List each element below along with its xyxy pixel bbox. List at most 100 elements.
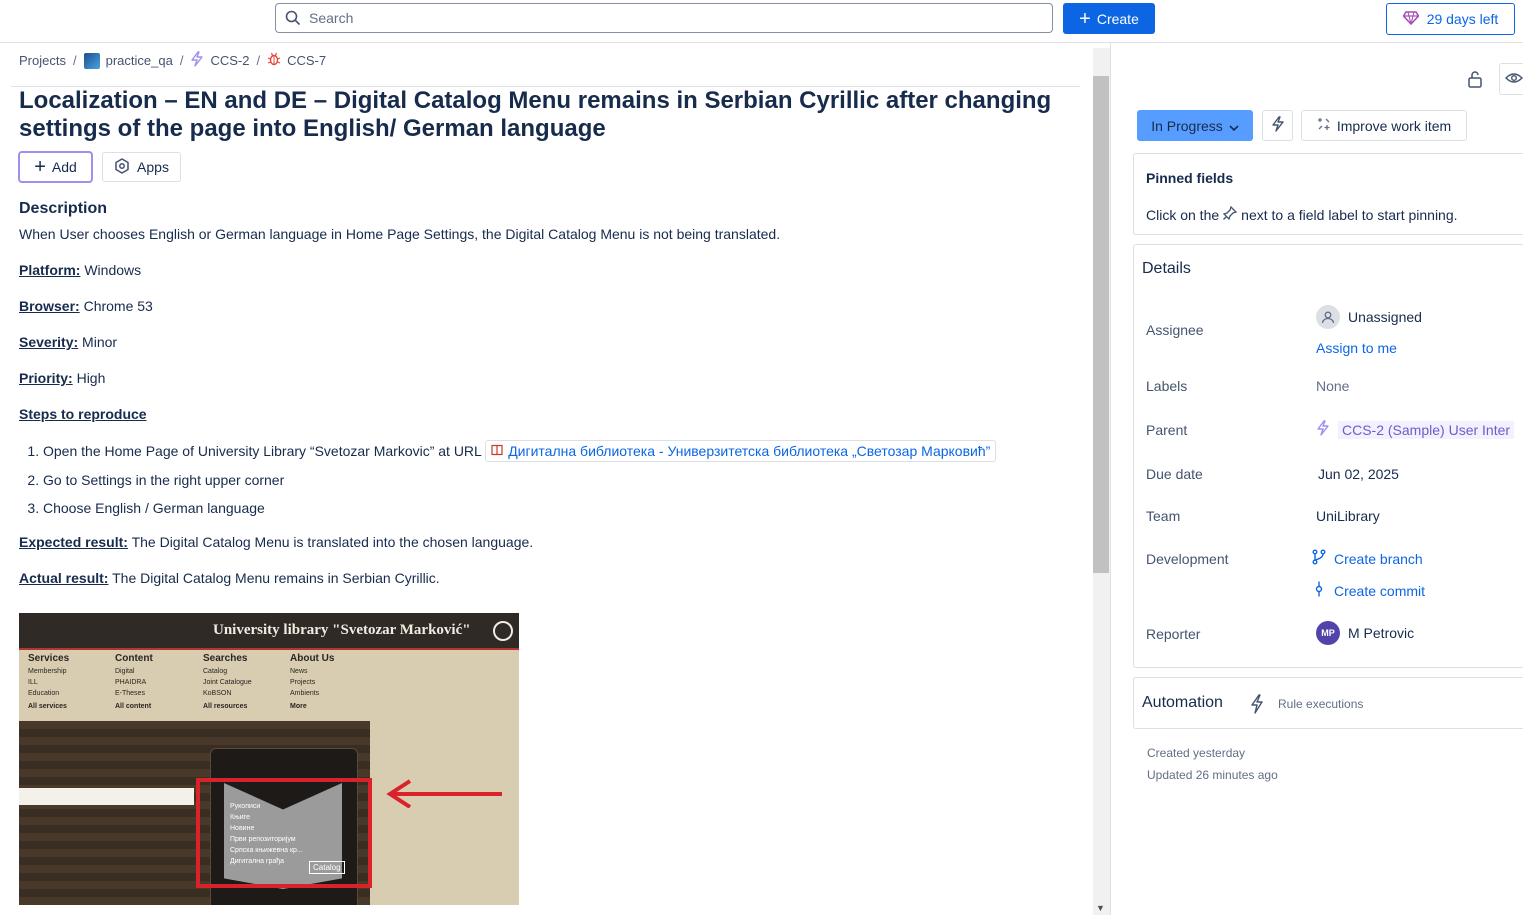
search-icon: [285, 10, 301, 26]
due-date-value[interactable]: Jun 02, 2025: [1318, 466, 1399, 482]
menu-item: Digital: [115, 668, 135, 675]
steps-heading: Steps to reproduce: [19, 404, 147, 424]
search-input[interactable]: [307, 9, 1011, 27]
team-label: Team: [1146, 508, 1181, 524]
breadcrumb-separator: /: [179, 53, 184, 68]
pinned-hint-before: Click on the: [1146, 206, 1220, 223]
list-item: Choose English / German language: [43, 498, 1103, 518]
top-navigation-bar: + Create 29 days left: [0, 0, 1523, 43]
parent-value: CCS-2 (Sample) User Inter: [1338, 420, 1515, 439]
pin-icon: [1222, 205, 1238, 223]
browser-label: Browser:: [19, 298, 80, 314]
improve-work-item-button[interactable]: Improve work item: [1301, 110, 1467, 141]
severity-line: Severity: Minor: [19, 332, 117, 352]
menu-item-all: All services: [28, 703, 67, 710]
reporter-field[interactable]: MP M Petrovic: [1316, 621, 1414, 645]
platform-label: Platform:: [19, 262, 81, 278]
create-branch-link[interactable]: Create branch: [1312, 549, 1423, 568]
breadcrumb-project[interactable]: practice_qa: [83, 52, 173, 69]
menu-item-all: More: [290, 703, 307, 710]
description-intro: When User chooses English or German lang…: [19, 226, 781, 242]
watch-button[interactable]: [1499, 63, 1523, 95]
steps-label: Steps to reproduce: [19, 406, 147, 422]
updated-timestamp: Updated 26 minutes ago: [1147, 768, 1278, 782]
breadcrumb-project-label: practice_qa: [105, 53, 173, 68]
parent-label: Parent: [1146, 422, 1188, 438]
menu-item: KoBSON: [203, 690, 232, 697]
breadcrumb-parent[interactable]: CCS-2: [190, 51, 249, 70]
actual-value: The Digital Catalog Menu remains in Serb…: [108, 570, 440, 586]
menu-item: Membership: [28, 668, 67, 675]
attached-screenshot[interactable]: University library "Svetozar Marković" S…: [19, 613, 519, 905]
create-commit-label: Create commit: [1334, 582, 1426, 599]
pinned-fields-card: Pinned fields Click on the next to a fie…: [1133, 153, 1523, 235]
rule-executions-link[interactable]: Rule executions: [1278, 697, 1363, 711]
menu-heading: Content: [115, 653, 153, 664]
pinned-hint-after: next to a field label to start pinning.: [1241, 206, 1458, 223]
screenshot-title: University library "Svetozar Marković": [213, 622, 471, 638]
platform-line: Platform: Windows: [19, 260, 141, 280]
browser-line: Browser: Chrome 53: [19, 296, 153, 316]
reporter-label: Reporter: [1146, 626, 1201, 642]
browser-value: Chrome 53: [79, 298, 153, 314]
status-dropdown[interactable]: In Progress: [1137, 110, 1253, 141]
details-card: Details Assignee Unassigned Assign to me…: [1133, 244, 1523, 668]
page-title[interactable]: Localization – EN and DE – Digital Catal…: [19, 87, 1059, 143]
expected-label: Expected result:: [19, 534, 128, 550]
actual-label: Actual result:: [19, 570, 109, 586]
diamond-icon: [1402, 10, 1420, 28]
breadcrumb-projects[interactable]: Projects: [19, 53, 66, 68]
labels-label: Labels: [1146, 378, 1188, 394]
menu-item-all: All content: [115, 703, 152, 710]
pinned-heading: Pinned fields: [1146, 170, 1234, 186]
add-button[interactable]: + Add: [18, 151, 93, 183]
breadcrumb-issue[interactable]: CCS-7: [267, 52, 326, 69]
create-commit-link[interactable]: Create commit: [1312, 581, 1425, 600]
plus-icon: +: [34, 156, 46, 178]
details-heading[interactable]: Details: [1142, 260, 1191, 278]
menu-heading: Services: [28, 653, 70, 664]
screenshot-search-bar: [19, 788, 194, 805]
assignee-field[interactable]: Unassigned: [1316, 305, 1422, 329]
parent-field[interactable]: CCS-2 (Sample) User Inter: [1316, 420, 1515, 439]
pinned-hint: Click on the next to a field label to st…: [1146, 205, 1458, 223]
description-heading: Description: [19, 200, 108, 217]
apps-label: Apps: [137, 159, 169, 175]
create-label: Create: [1096, 10, 1139, 27]
scrollbar-thumb[interactable]: [1093, 76, 1109, 573]
eye-icon: [1505, 71, 1523, 87]
book-favicon-icon: [491, 441, 503, 461]
menu-item: Education: [28, 690, 60, 697]
menu-item: Ambients: [290, 690, 320, 697]
priority-value: High: [72, 370, 106, 386]
list-item: Open the Home Page of University Library…: [43, 440, 1103, 462]
menu-item: News: [290, 668, 308, 675]
lock-icon[interactable]: [1467, 70, 1483, 91]
create-button[interactable]: + Create: [1063, 3, 1155, 34]
lightning-bolt-icon: [1250, 694, 1264, 717]
panel-divider: [1110, 43, 1111, 915]
scroll-down-icon[interactable]: ▼: [1096, 903, 1105, 913]
assignee-label: Assignee: [1146, 322, 1204, 338]
library-link-label: Дигитална библиотека - Универзитетска би…: [508, 443, 991, 459]
labels-value[interactable]: None: [1316, 378, 1349, 394]
create-branch-label: Create branch: [1334, 550, 1423, 567]
trial-days-button[interactable]: 29 days left: [1386, 3, 1515, 35]
assign-to-me-link[interactable]: Assign to me: [1316, 340, 1397, 356]
menu-item: E-Theses: [115, 690, 145, 697]
menu-item: Catalog: [203, 668, 228, 675]
apps-hexagon-icon: [114, 157, 130, 177]
reporter-avatar: MP: [1316, 621, 1340, 645]
apps-button[interactable]: Apps: [102, 152, 181, 182]
automation-card[interactable]: Automation Rule executions: [1133, 677, 1523, 729]
library-smart-link[interactable]: Дигитална библиотека - Универзитетска би…: [485, 440, 997, 462]
list-item: Go to Settings in the right upper corner: [43, 470, 1103, 490]
breadcrumb-issue-label: CCS-7: [287, 53, 327, 68]
screenshot-menu-content: Content Digital PHAIDRA E-Theses All con…: [115, 653, 153, 712]
team-value[interactable]: UniLibrary: [1316, 508, 1380, 524]
search-box[interactable]: [275, 3, 1053, 33]
breadcrumb-separator: /: [72, 53, 77, 68]
automation-actions-button[interactable]: [1262, 110, 1293, 141]
screenshot-header: University library "Svetozar Marković": [19, 613, 519, 650]
priority-label: Priority:: [19, 370, 73, 386]
